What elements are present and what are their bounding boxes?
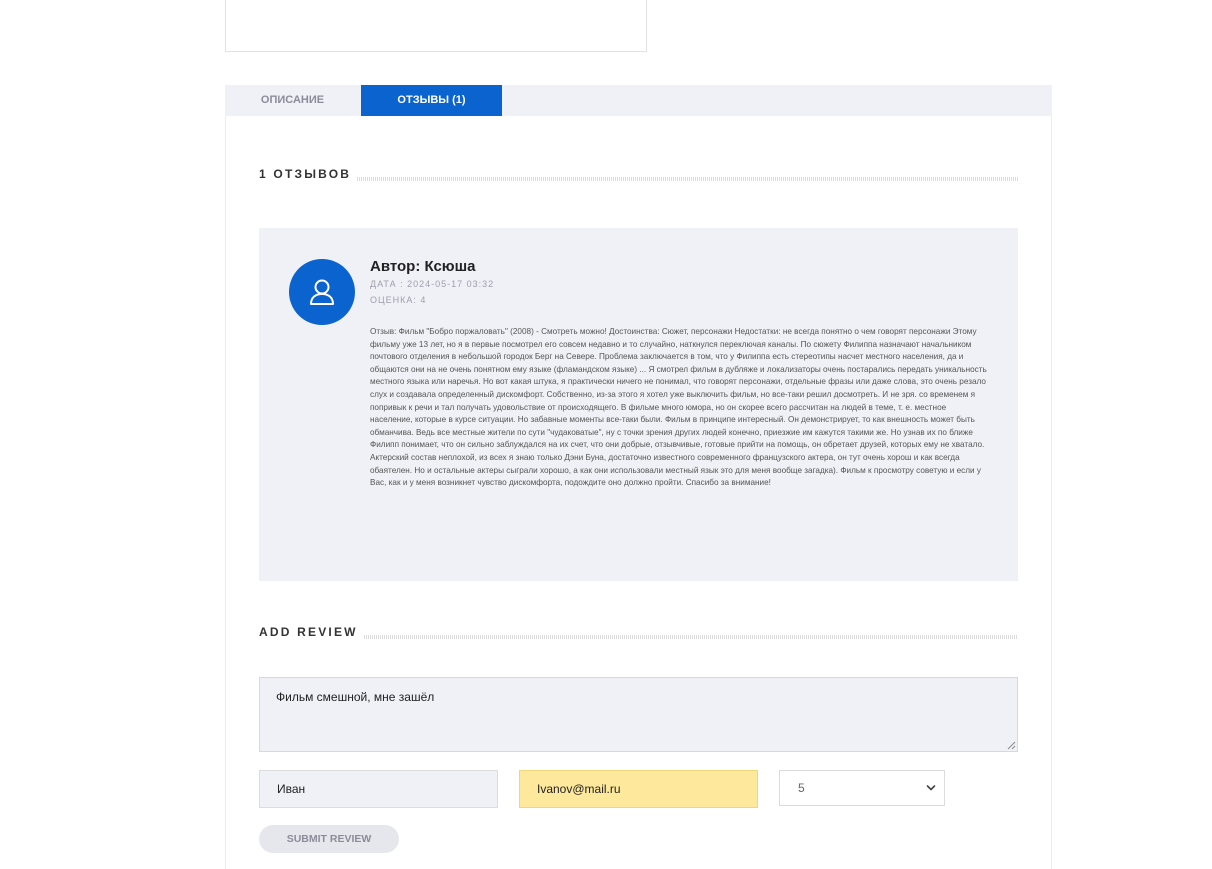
review-rating: ОЦЕНКА: 4	[370, 295, 427, 305]
add-review-title: ADD REVIEW	[259, 625, 358, 639]
review-card: Автор: Ксюша ДАТА : 2024-05-17 03:32 ОЦЕ…	[259, 228, 1018, 581]
email-input[interactable]	[519, 770, 758, 808]
review-date: ДАТА : 2024-05-17 03:32	[370, 279, 495, 289]
add-review-heading: ADD REVIEW	[259, 623, 1018, 639]
review-author: Автор: Ксюша	[370, 258, 476, 275]
reviews-count-title: 1 ОТЗЫВОВ	[259, 167, 352, 181]
product-tabs: ОПИСАНИЕ ОТЗЫВЫ (1)	[225, 85, 1052, 116]
name-input[interactable]	[259, 770, 498, 808]
heading-divider	[357, 177, 1018, 181]
tab-description[interactable]: ОПИСАНИЕ	[225, 85, 360, 116]
user-icon	[310, 279, 334, 305]
product-image-frame	[225, 0, 647, 52]
review-comment-input[interactable]: Фильм смешной, мне зашёл	[259, 677, 1018, 752]
chevron-down-icon	[926, 785, 936, 791]
tab-reviews[interactable]: ОТЗЫВЫ (1)	[361, 85, 502, 116]
avatar	[289, 259, 355, 325]
submit-review-button[interactable]: SUBMIT REVIEW	[259, 825, 399, 853]
resize-handle-icon[interactable]	[1007, 741, 1016, 750]
rating-select-value: 5	[798, 781, 805, 795]
heading-divider	[363, 635, 1018, 639]
reviews-heading: 1 ОТЗЫВОВ	[259, 165, 1018, 181]
rating-select[interactable]: 5	[779, 770, 945, 806]
review-text: Отзыв: Фильм "Бобро поржаловать" (2008) …	[370, 327, 987, 488]
